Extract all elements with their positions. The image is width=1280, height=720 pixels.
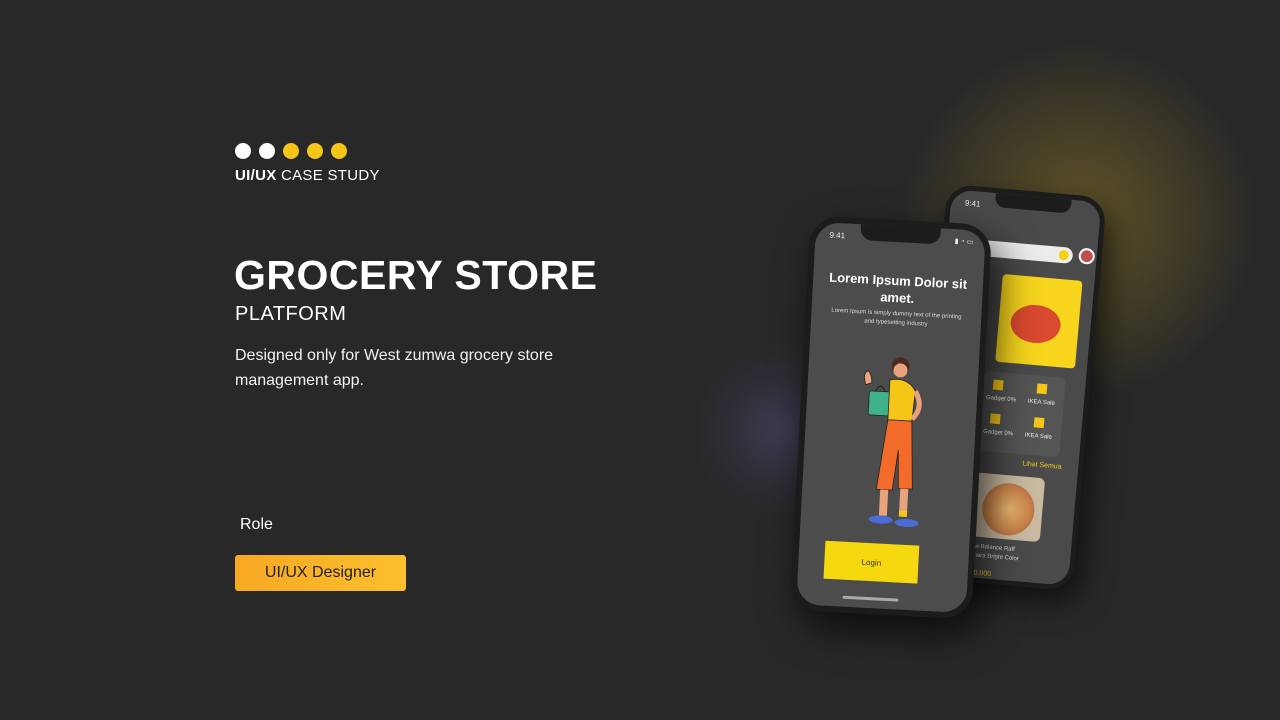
login-button[interactable]: Login: [823, 540, 920, 584]
promo-banner[interactable]: [995, 273, 1083, 369]
gadget-icon: [992, 379, 1004, 391]
shopper-illustration-icon: [864, 357, 922, 527]
page-subtitle: PLATFORM: [235, 303, 347, 325]
search-icon: [1058, 249, 1070, 261]
case-study-label: UI/UX CASE STUDY: [235, 167, 380, 184]
tile-label[interactable]: Gadget 0%: [986, 395, 1016, 404]
case-study-text: CASE STUDY: [280, 167, 380, 184]
gadget-icon: [989, 413, 1001, 425]
phone-mockup-login: 9:41 ▮ ◔ ▭ Lorem Ipsum Dolor sit amet. L…: [789, 215, 993, 620]
sale-icon: [1033, 417, 1045, 429]
role-label: Role: [240, 516, 273, 533]
dot-icon: [235, 143, 251, 159]
sale-icon: [1036, 383, 1048, 395]
status-time: 9:41: [829, 230, 846, 241]
role-badge-button[interactable]: UI/UX Designer: [235, 555, 406, 591]
tile-label[interactable]: IKEA Sale: [1025, 432, 1052, 440]
status-icons: ▮ ◔ ▭: [954, 238, 974, 247]
case-study-bold: UI/UX: [235, 167, 277, 184]
status-time: 9:41: [964, 198, 981, 209]
decorative-dots: [235, 143, 347, 159]
dot-icon: [283, 143, 299, 159]
banner-image: [1009, 302, 1063, 346]
dot-icon: [331, 143, 347, 159]
tile-label[interactable]: Gadget 0%: [983, 429, 1013, 438]
pizza-image: [980, 481, 1037, 538]
tile-label[interactable]: IKEA Sale: [1028, 399, 1055, 407]
dot-icon: [259, 143, 275, 159]
product-image[interactable]: [969, 472, 1046, 543]
page-title: GROCERY STORE: [234, 252, 598, 298]
category-tiles: Gadget 0% IKEA Sale Gadget 0% IKEA Sale: [977, 370, 1067, 458]
page-description: Designed only for West zumwa grocery sto…: [235, 347, 554, 389]
dot-icon: [307, 143, 323, 159]
